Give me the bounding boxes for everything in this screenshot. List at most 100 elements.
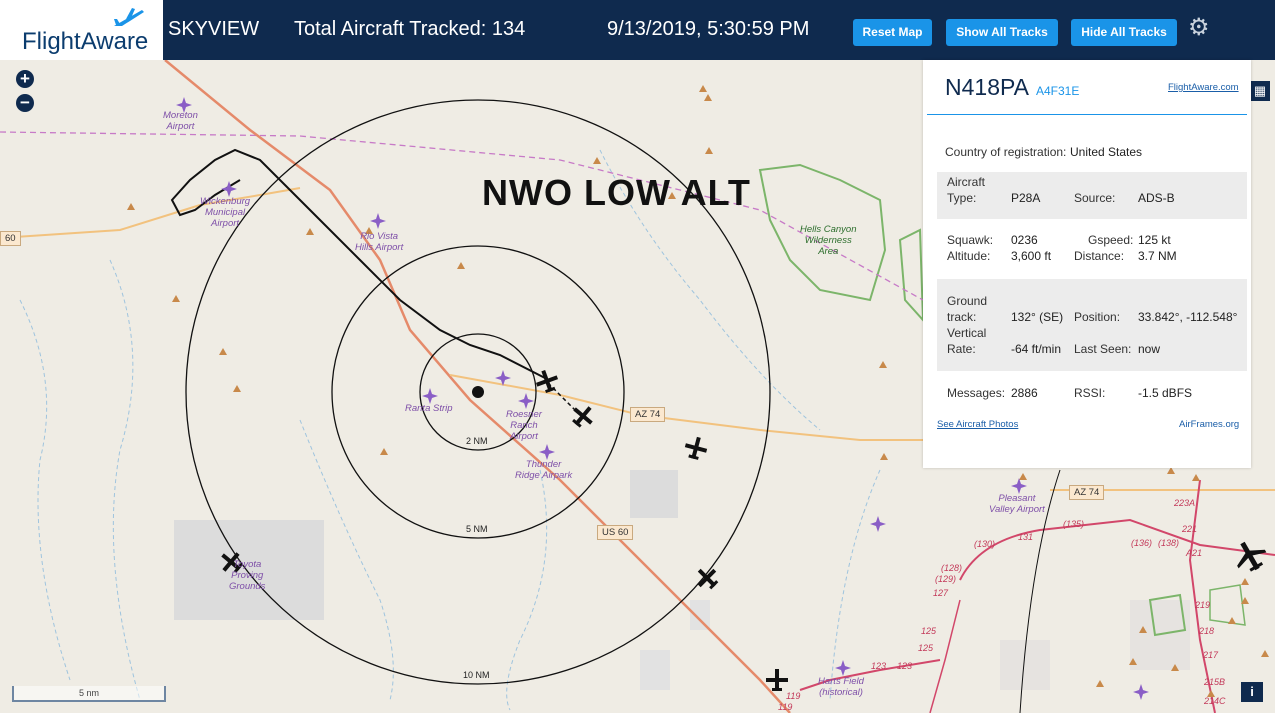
road-shield: US 60 bbox=[597, 525, 634, 540]
aircraft-type-label: Aircraft Type: bbox=[947, 175, 986, 205]
road-shield: AZ 74 bbox=[630, 407, 666, 422]
wilderness-label: Hells Canyon Wilderness Area bbox=[800, 224, 857, 257]
road-number: 123 bbox=[897, 661, 913, 671]
vertical-rate-label: Vertical Rate: bbox=[947, 326, 987, 356]
airport-label: Thunder Ridge Airpark bbox=[515, 459, 573, 481]
registration: N418PA bbox=[945, 74, 1029, 100]
map-scale: 5 nm bbox=[12, 686, 166, 702]
aircraft-photos-link[interactable]: See Aircraft Photos bbox=[937, 419, 1018, 430]
aircraft-marker bbox=[697, 568, 719, 590]
airport-label: Harts Field (historical) bbox=[818, 676, 864, 698]
hex-code: A4F31E bbox=[1036, 84, 1080, 98]
detail-row-squawk: Squawk: 0236 Gspeed: 125 kt Altitude: 3,… bbox=[937, 230, 1247, 270]
reset-map-button[interactable]: Reset Map bbox=[853, 19, 932, 46]
altitude-value: 3,600 ft bbox=[1011, 249, 1052, 263]
road-number: 221 bbox=[1182, 524, 1198, 534]
aircraft-marker bbox=[572, 406, 593, 428]
road-shield: 60 bbox=[0, 231, 21, 246]
top-bar: FlightAware SKYVIEW Total Aircraft Track… bbox=[0, 0, 1275, 60]
detail-row-track: Ground track: 132° (SE) Position: 33.842… bbox=[937, 279, 1247, 371]
position-label: Position: bbox=[1074, 310, 1121, 324]
gspeed-label: Gspeed: bbox=[1088, 233, 1134, 247]
flightaware-link[interactable]: FlightAware.com bbox=[1168, 82, 1239, 93]
road-number: 217 bbox=[1203, 650, 1219, 660]
table-view-icon[interactable]: ▦ bbox=[1250, 81, 1270, 101]
zoom-in-button[interactable]: + bbox=[16, 70, 34, 88]
road-shield: AZ 74 bbox=[1069, 485, 1105, 500]
airport-label: Ranta Strip bbox=[405, 403, 453, 414]
distance-value: 3.7 NM bbox=[1138, 249, 1177, 263]
road-number: (130) bbox=[974, 539, 996, 549]
hide-all-tracks-button[interactable]: Hide All Tracks bbox=[1071, 19, 1177, 46]
airport-label: Roesner Ranch Airport bbox=[506, 409, 542, 442]
gear-icon[interactable]: ⚙ bbox=[1188, 16, 1210, 40]
road-number: 123 bbox=[871, 661, 887, 671]
road-number: 215B bbox=[1204, 677, 1226, 687]
road-number: 119 bbox=[786, 691, 801, 701]
app-name: SKYVIEW bbox=[168, 18, 260, 40]
airport-label: Wickenburg Municipal Airport bbox=[200, 196, 251, 229]
messages-value: 2886 bbox=[1011, 386, 1038, 400]
aircraft-marker bbox=[684, 436, 708, 460]
road-number: A21 bbox=[1186, 548, 1203, 558]
detail-row-type: Aircraft Type: P28A Source: ADS-B bbox=[937, 172, 1247, 219]
terrain-block bbox=[630, 470, 678, 518]
ring-label-10nm: 10 NM bbox=[463, 670, 490, 680]
gspeed-value: 125 kt bbox=[1138, 233, 1171, 247]
show-all-tracks-button[interactable]: Show All Tracks bbox=[946, 19, 1058, 46]
info-icon[interactable]: i bbox=[1241, 682, 1263, 702]
road-number: 125 bbox=[921, 626, 937, 636]
aircraft-detail-panel: N418PA A4F31E FlightAware.com Country of… bbox=[923, 60, 1251, 468]
ring-label-5nm: 5 NM bbox=[466, 524, 488, 534]
last-seen-label: Last Seen: bbox=[1074, 342, 1132, 356]
area-label: Toyota Proving Grounds bbox=[229, 559, 266, 592]
road-number: 218 bbox=[1199, 626, 1215, 636]
road-number: 223A bbox=[1174, 498, 1196, 508]
source-value: ADS-B bbox=[1138, 191, 1175, 205]
aircraft-type-value: P28A bbox=[1011, 191, 1041, 205]
airport-label: Rio Vista Hills Airport bbox=[355, 231, 404, 253]
vertical-rate-value: -64 ft/min bbox=[1011, 342, 1062, 356]
arterial-road bbox=[959, 518, 1275, 581]
road-number: 125 bbox=[918, 643, 934, 653]
flightaware-logo[interactable]: FlightAware bbox=[0, 0, 163, 60]
aircraft-marker-jet bbox=[1237, 541, 1267, 572]
ground-track-label: Ground track: bbox=[947, 294, 988, 324]
road-number: 214C bbox=[1204, 696, 1226, 706]
ground-track-value: 132° (SE) bbox=[1011, 310, 1064, 324]
road-number: (128) bbox=[941, 563, 963, 573]
altitude-label: Altitude: bbox=[947, 249, 991, 263]
road bbox=[0, 187, 301, 239]
messages-label: Messages: bbox=[947, 386, 1006, 400]
road-number: 119 bbox=[778, 702, 793, 712]
squawk-value: 0236 bbox=[1011, 233, 1038, 247]
aircraft-count: Total Aircraft Tracked: 134 bbox=[294, 18, 526, 40]
last-seen-value: now bbox=[1138, 342, 1161, 356]
road-number: (136) bbox=[1131, 538, 1153, 548]
road-number: 219 bbox=[1195, 600, 1211, 610]
aircraft-marker bbox=[766, 669, 788, 691]
datetime: 9/13/2019, 5:30:59 PM bbox=[607, 18, 810, 40]
road-number: (135) bbox=[1063, 519, 1085, 529]
country-label: Country of registration: bbox=[945, 145, 1067, 159]
distance-label: Distance: bbox=[1074, 249, 1125, 263]
airport-label: Pleasant Valley Airport bbox=[989, 493, 1045, 515]
rssi-label: RSSI: bbox=[1074, 386, 1106, 400]
ring-label-2nm: 2 NM bbox=[466, 436, 488, 446]
position-value: 33.842°, -112.548° bbox=[1138, 310, 1238, 324]
boundary-line bbox=[0, 131, 924, 301]
road-number: 127 bbox=[933, 588, 949, 598]
road-number: (138) bbox=[1158, 538, 1180, 548]
rssi-value: -1.5 dBFS bbox=[1138, 386, 1193, 400]
road-number: (129) bbox=[935, 574, 957, 584]
source-label: Source: bbox=[1074, 191, 1116, 205]
plane-logo-icon bbox=[114, 8, 144, 26]
receiver-location bbox=[472, 386, 484, 398]
logo-text: FlightAware bbox=[22, 28, 149, 55]
airframes-link[interactable]: AirFrames.org bbox=[1179, 419, 1239, 430]
zoom-out-button[interactable]: − bbox=[16, 94, 34, 112]
overlay-title: NWO LOW ALT bbox=[482, 172, 751, 213]
detail-row-messages: Messages: 2886 RSSI: -1.5 dBFS bbox=[937, 382, 1247, 406]
country-value: United States bbox=[1070, 145, 1143, 159]
road-number: 131 bbox=[1018, 532, 1034, 542]
